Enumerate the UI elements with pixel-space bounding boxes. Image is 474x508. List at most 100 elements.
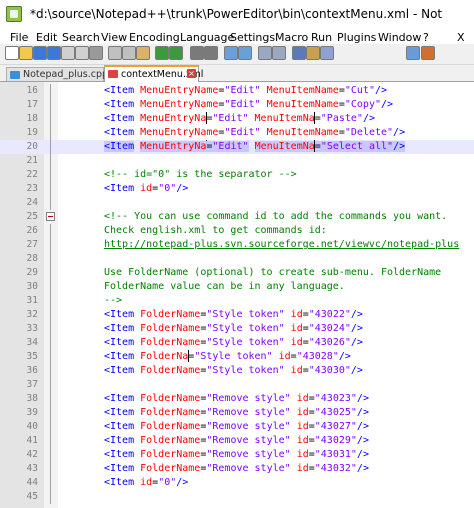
code-line[interactable]: 24 [0,196,474,210]
print-icon[interactable] [89,46,103,60]
code-line[interactable]: 22 <!-- id="0" is the separator --> [0,168,474,182]
close-file-icon[interactable] [61,46,75,60]
code-line[interactable]: 39 <Item FolderName="Remove style" id="43… [0,406,474,420]
fold-guide-line [50,406,51,420]
cut-icon[interactable] [108,46,122,60]
fold-guide-line [50,448,51,462]
line-code: <!-- You can use command id to add the c… [104,211,448,222]
menu-view[interactable]: View [101,31,127,44]
code-line[interactable]: 33 <Item FolderName="Style token" id="430… [0,322,474,336]
code-line[interactable]: 31 --> [0,294,474,308]
line-number: 17 [26,99,38,110]
tab-label: Notepad_plus.cpp [23,69,109,80]
line-number: 40 [26,421,38,432]
code-line[interactable]: 35 <Item FolderNa="Style token" id="43028… [0,350,474,364]
menu-window[interactable]: Window [378,31,421,44]
line-number: 28 [26,253,38,264]
zoom-in-icon[interactable] [224,46,238,60]
menu-run[interactable]: Run [311,31,332,44]
code-line[interactable]: 32 <Item FolderName="Style token" id="430… [0,308,474,322]
code-line[interactable]: 42 <Item FolderName="Remove style" id="43… [0,448,474,462]
menu-edit[interactable]: Edit [36,31,57,44]
line-code: http://notepad-plus.svn.sourceforge.net/… [104,239,460,250]
close-all-icon[interactable] [75,46,89,60]
copy-icon[interactable] [122,46,136,60]
line-number: 42 [26,449,38,460]
replace-icon[interactable] [204,46,218,60]
sync-horizontal-icon[interactable] [272,46,286,60]
fold-guide-line [50,350,51,364]
code-line[interactable]: 17 <Item MenuEntryName="Edit" MenuItemNam… [0,98,474,112]
code-line[interactable]: 43 <Item FolderName="Remove style" id="43… [0,462,474,476]
line-code: <Item MenuEntryName="Edit" MenuItemName=… [104,85,388,96]
menu-help[interactable]: ? [423,31,429,44]
code-line[interactable]: 18 <Item MenuEntryNa="Edit" MenuItemNa="P… [0,112,474,126]
code-line[interactable]: 36 <Item FolderName="Style token" id="430… [0,364,474,378]
code-line[interactable]: 28 [0,252,474,266]
code-line[interactable]: 23 <Item id="0"/> [0,182,474,196]
save-icon[interactable] [33,46,47,60]
fold-toggle-icon[interactable] [46,212,55,221]
find-icon[interactable] [190,46,204,60]
tab-context-menu-xml[interactable]: contextMenu.xml × [104,65,203,82]
code-line[interactable]: 38 <Item FolderName="Remove style" id="43… [0,392,474,406]
code-line[interactable]: 25 <!-- You can use command id to add the… [0,210,474,224]
word-wrap-icon[interactable] [292,46,306,60]
menu-plugins[interactable]: Plugins [337,31,376,44]
line-code: <Item FolderName="Remove style" id="4302… [104,393,369,404]
menu-encoding[interactable]: Encoding [129,31,180,44]
line-code: <Item MenuEntryNa="Edit" MenuItemNa="Sel… [104,140,406,152]
code-line[interactable]: 19 <Item MenuEntryName="Edit" MenuItemNam… [0,126,474,140]
fold-guide-line [50,266,51,280]
undo-icon[interactable] [155,46,169,60]
user-lang-icon[interactable] [406,46,420,60]
save-all-icon[interactable] [47,46,61,60]
line-code: <Item MenuEntryName="Edit" MenuItemName=… [104,99,394,110]
code-line[interactable]: 44 <Item id="0"/> [0,476,474,490]
paste-icon[interactable] [136,46,150,60]
fold-guide-line [50,378,51,392]
menu-settings[interactable]: Settings [230,31,275,44]
close-document-button[interactable]: X [457,31,465,44]
code-line[interactable]: 40 <Item FolderName="Remove style" id="43… [0,420,474,434]
show-all-chars-icon[interactable] [306,46,320,60]
open-file-icon[interactable] [19,46,33,60]
code-line[interactable]: 27 http://notepad-plus.svn.sourceforge.ne… [0,238,474,252]
menu-language[interactable]: Language [180,31,234,44]
window-title: *d:\source\Notepad++\trunk\PowerEditor\b… [30,7,443,21]
menu-macro[interactable]: Macro [275,31,308,44]
code-line[interactable]: 45 [0,490,474,504]
code-line[interactable]: 29 Use FolderName (optional) to create su… [0,266,474,280]
line-code: <Item id="0"/> [104,183,189,194]
line-code: <Item FolderName="Remove style" id="4303… [104,463,369,474]
new-file-icon[interactable] [5,46,19,60]
code-line[interactable]: 37 [0,378,474,392]
tab-bar: Notepad_plus.cpp contextMenu.xml × [0,65,474,82]
line-code: <Item id="0"/> [104,477,189,488]
code-line[interactable]: 34 <Item FolderName="Style token" id="430… [0,336,474,350]
code-line[interactable]: 16 <Item MenuEntryName="Edit" MenuItemNam… [0,84,474,98]
fold-guide-line [50,238,51,252]
code-line[interactable]: 41 <Item FolderName="Remove style" id="43… [0,434,474,448]
line-number: 22 [26,169,38,180]
fold-guide-line [50,420,51,434]
fold-guide-line [50,308,51,322]
tab-notepad-plus-cpp[interactable]: Notepad_plus.cpp [6,67,108,81]
code-line[interactable]: 30 FolderName value can be in any languag… [0,280,474,294]
notepad-plus-app-icon [6,6,22,22]
close-tab-icon[interactable]: × [187,69,196,78]
line-number: 38 [26,393,38,404]
line-number: 27 [26,239,38,250]
code-editor[interactable]: 16 <Item MenuEntryName="Edit" MenuItemNam… [0,82,474,508]
menu-file[interactable]: File [10,31,28,44]
indent-guide-icon[interactable] [320,46,334,60]
code-line[interactable]: 21 [0,154,474,168]
code-line[interactable]: 20 <Item MenuEntryNa="Edit" MenuItemNa="S… [0,140,474,154]
line-code: <Item FolderName="Remove style" id="4302… [104,421,369,432]
code-line[interactable]: 26 Check english.xml to get commands id: [0,224,474,238]
zoom-out-icon[interactable] [238,46,252,60]
sync-vertical-icon[interactable] [258,46,272,60]
menu-search[interactable]: Search [62,31,100,44]
doc-map-icon[interactable] [421,46,435,60]
redo-icon[interactable] [169,46,183,60]
